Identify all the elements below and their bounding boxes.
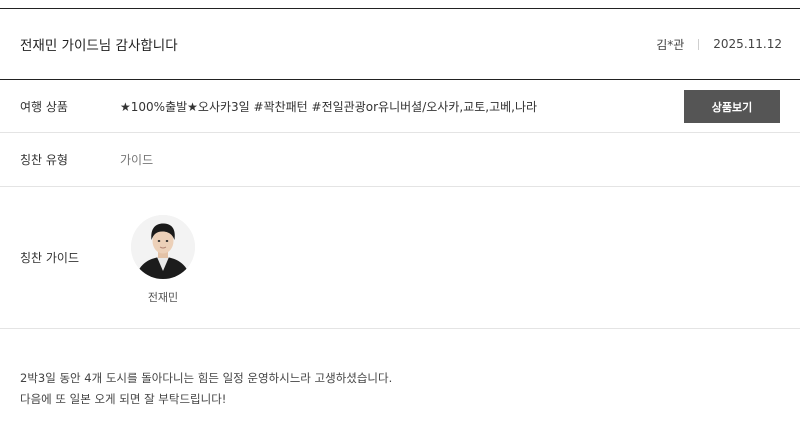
message-line-1: 2박3일 동안 4개 도시를 돌아다니는 힘든 일정 운영하시느라 고생하셨습니… — [20, 371, 393, 385]
guide-avatar — [131, 215, 195, 279]
praise-type-label: 칭찬 유형 — [20, 153, 68, 167]
product-name: ★100%출발★오사카3일 #꽉찬패턴 #전일관광or유니버셜/오사카,교토,고… — [120, 99, 538, 114]
meta-separator — [698, 38, 700, 50]
review-detail: 전재민 가이드님 감사합니다 김*관 2025.11.12 여행 상품 ★100… — [0, 0, 800, 427]
review-title: 전재민 가이드님 감사합니다 — [20, 38, 178, 54]
product-row: 여행 상품 ★100%출발★오사카3일 #꽉찬패턴 #전일관광or유니버셜/오사… — [0, 80, 800, 133]
review-author: 김*관 — [656, 37, 685, 52]
guide-name: 전재민 — [147, 291, 179, 304]
message-line-2: 다음에 또 일본 오게 되면 잘 부탁드립니다! — [20, 392, 227, 406]
view-product-button[interactable]: 상품보기 — [684, 90, 780, 123]
guide-card: 전재민 — [130, 215, 196, 305]
product-label: 여행 상품 — [20, 99, 68, 114]
review-message: 2박3일 동안 4개 도시를 돌아다니는 힘든 일정 운영하시느라 고생하셨습니… — [20, 368, 392, 410]
review-header: 전재민 가이드님 감사합니다 김*관 2025.11.12 — [0, 9, 800, 79]
praise-type-row: 칭찬 유형 가이드 — [0, 133, 800, 187]
review-meta: 김*관 2025.11.12 — [656, 36, 782, 53]
review-date: 2025.11.12 — [713, 37, 782, 51]
praise-guide-label: 칭찬 가이드 — [20, 251, 80, 265]
praise-guide-row: 칭찬 가이드 전재민 — [0, 187, 800, 329]
praise-type-value: 가이드 — [120, 153, 154, 167]
